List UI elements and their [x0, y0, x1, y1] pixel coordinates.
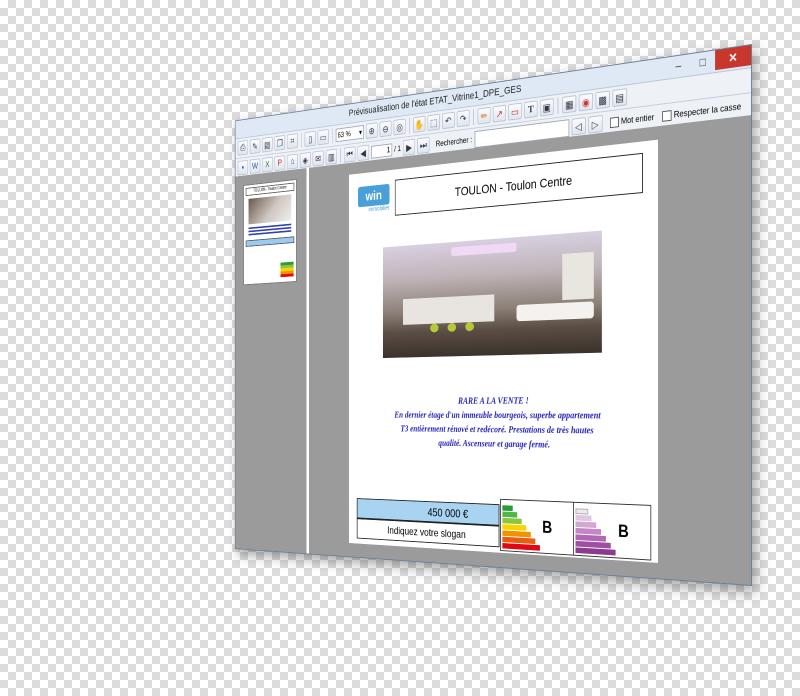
document-page: win immobilier TOULON - Toulon Centre RA…: [349, 140, 658, 563]
stage: Prévisualisation de l'état ETAT_Vitrine1…: [0, 0, 800, 696]
whole-word-checkbox[interactable]: Mot entier: [610, 112, 655, 128]
page-number-input[interactable]: [371, 143, 392, 158]
minimize-button[interactable]: –: [666, 54, 690, 77]
ges-grade: B: [618, 522, 629, 542]
html-export-icon[interactable]: ⌂: [287, 154, 298, 170]
print-icon[interactable]: ⎙: [238, 140, 248, 156]
search-next-icon[interactable]: ▷: [588, 115, 602, 134]
arrow-icon[interactable]: ↗: [493, 105, 506, 123]
search-label: Rechercher :: [436, 135, 472, 148]
mandate-reference: [357, 508, 398, 510]
palette-icon[interactable]: ▩: [595, 90, 610, 109]
toolbar-separator: [558, 98, 559, 115]
property-description: RARE A LA VENTE ! En dernier étage d'un …: [362, 394, 641, 455]
whole-word-box[interactable]: [610, 116, 619, 127]
zoom-in-icon[interactable]: ⊕: [366, 122, 378, 139]
sofa: [516, 301, 593, 321]
content-area: TOULON - Toulon Centre win immobilier TO…: [235, 115, 751, 585]
match-case-box[interactable]: [662, 110, 671, 122]
image-icon[interactable]: ▣: [540, 98, 554, 116]
dpe-grade: B: [542, 518, 552, 538]
last-page-icon[interactable]: ⏭: [417, 137, 429, 154]
city-title: TOULON - Toulon Centre: [395, 153, 643, 216]
pen-icon[interactable]: ✏: [478, 107, 491, 125]
select-tool-icon[interactable]: ⬚: [427, 114, 439, 131]
toolbar-separator: [340, 148, 341, 163]
toolbar-separator: [332, 128, 333, 143]
property-photo: [383, 231, 602, 358]
kitchen-counter: [403, 294, 494, 325]
bar-stool: [448, 323, 456, 332]
description-line-1: RARE A LA VENTE !: [362, 394, 641, 409]
rectangle-icon[interactable]: ▭: [508, 103, 521, 121]
first-page-icon[interactable]: ⏮: [344, 146, 356, 162]
dpe-bar-b: [502, 512, 517, 518]
thumbnail-photo: [249, 194, 292, 224]
thumbnail-price-bar: [246, 236, 295, 247]
excel-export-icon[interactable]: X: [262, 157, 273, 173]
color-wheel-icon[interactable]: ◉: [579, 93, 593, 112]
preview-panel[interactable]: win immobilier TOULON - Toulon Centre RA…: [309, 115, 751, 585]
chevron-down-icon: ▾: [359, 127, 362, 137]
screen-icon[interactable]: ▭: [318, 129, 329, 145]
word-export-icon[interactable]: W: [250, 158, 260, 174]
price-value: 450 000 €: [399, 504, 499, 522]
preview-window: Prévisualisation de l'état ETAT_Vitrine1…: [235, 44, 752, 586]
page-setup-icon[interactable]: ▤: [262, 137, 273, 153]
ges-bars: [576, 508, 616, 556]
close-button[interactable]: ✕: [715, 45, 751, 70]
xml-export-icon[interactable]: ◈: [300, 152, 311, 168]
edit-icon[interactable]: ✎: [250, 138, 260, 154]
redo-icon[interactable]: ↷: [457, 110, 470, 128]
dpe-label: B: [501, 500, 573, 555]
search-previous-icon[interactable]: ◁: [571, 117, 585, 135]
copy-icon[interactable]: ❐: [274, 135, 285, 151]
hand-tool-icon[interactable]: ✋: [413, 116, 425, 133]
bar-stool: [430, 323, 438, 332]
page-thumbnail[interactable]: TOULON - Toulon Centre: [243, 179, 296, 285]
bar-stool: [465, 322, 474, 331]
maximize-button[interactable]: □: [691, 50, 716, 73]
ges-bar-g: [576, 547, 616, 555]
undo-icon[interactable]: ↶: [442, 112, 455, 129]
archive-icon[interactable]: ▥: [326, 149, 337, 165]
thumbnail-energy-label: [280, 262, 293, 278]
dpe-bar-g: [502, 543, 540, 551]
ges-label: B: [573, 503, 651, 560]
window-area: [562, 252, 594, 300]
document-icon[interactable]: ▤: [612, 88, 627, 107]
whole-word-label: Mot entier: [621, 112, 654, 126]
ceiling-light: [451, 243, 516, 257]
energy-labels: B B: [500, 499, 651, 561]
toolbar-separator: [301, 133, 302, 148]
save-icon[interactable]: ▪: [238, 160, 248, 176]
zoom-value: 63 %: [338, 129, 351, 139]
email-icon[interactable]: ✉: [313, 150, 324, 166]
dpe-bar-a: [502, 505, 512, 511]
thumbnail-panel[interactable]: TOULON - Toulon Centre: [235, 168, 309, 554]
toolbar-separator: [473, 109, 474, 125]
text-tool-icon[interactable]: T: [524, 100, 538, 118]
highlighter-icon[interactable]: ▦: [562, 95, 576, 114]
ges-bar-c: [576, 521, 597, 528]
dpe-bars: [502, 505, 540, 551]
pdf-export-icon[interactable]: P: [274, 155, 285, 171]
zoom-fit-icon[interactable]: ◎: [394, 118, 406, 135]
total-pages: / 1: [394, 144, 401, 153]
description-line-4: qualité. Ascenseur et garage fermé.: [362, 436, 641, 455]
dpe-bar-c: [502, 518, 521, 524]
toolbar-separator: [409, 118, 410, 134]
previous-page-icon[interactable]: ◀: [357, 145, 369, 162]
zoom-select[interactable]: 63 % ▾: [336, 125, 364, 142]
ges-bar-a: [576, 508, 589, 514]
logo-mark: win: [358, 184, 389, 208]
zoom-out-icon[interactable]: ⊖: [380, 120, 392, 137]
single-page-icon[interactable]: ▯: [305, 131, 316, 147]
agency-logo: win immobilier: [358, 184, 389, 221]
ges-bar-b: [576, 515, 592, 521]
next-page-icon[interactable]: ▶: [403, 139, 415, 156]
crop-icon[interactable]: ⌗: [287, 133, 298, 149]
